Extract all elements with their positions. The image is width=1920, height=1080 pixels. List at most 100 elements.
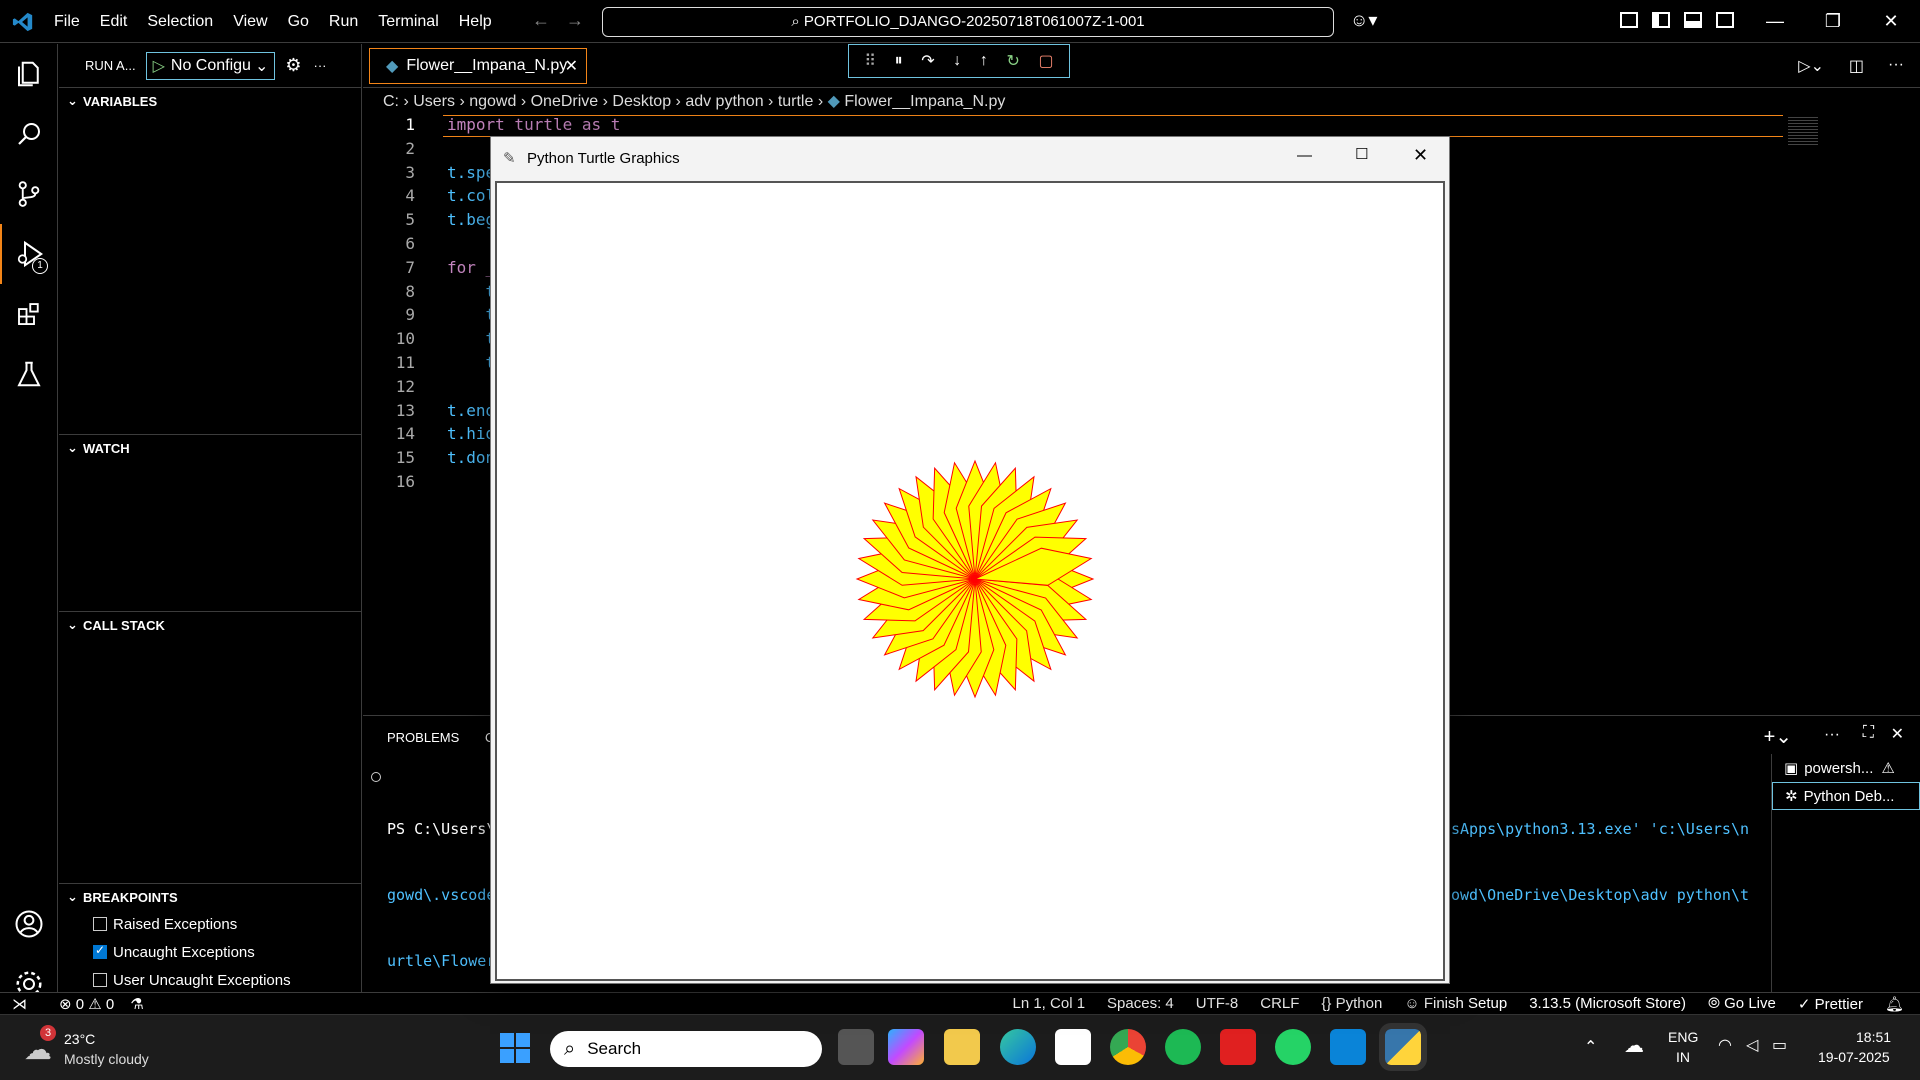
breadcrumb-item[interactable]: turtle [778, 93, 814, 110]
file-explorer-icon[interactable] [944, 1029, 980, 1065]
clock-date[interactable]: 19-07-2025 [1818, 1049, 1890, 1065]
weather-widget[interactable]: ☁ 3 23°C Mostly cloudy [20, 1025, 170, 1071]
terminal-item-powershell[interactable]: ▣ powersh... ⚠ [1772, 754, 1920, 782]
code-line[interactable]: t.hid [447, 424, 495, 443]
menu-run[interactable]: Run [319, 0, 368, 43]
minimize-icon[interactable]: — [1746, 0, 1804, 43]
spotify-icon[interactable] [1165, 1029, 1201, 1065]
breadcrumb-item[interactable]: Desktop [612, 93, 671, 110]
onedrive-icon[interactable]: ☁ [1624, 1033, 1644, 1058]
code-line[interactable]: t.end [447, 401, 495, 420]
close-icon[interactable]: ✕ [1413, 145, 1428, 166]
more-actions-icon[interactable]: ··· [1824, 726, 1840, 744]
tab-problems[interactable]: PROBLEMS [387, 730, 459, 745]
toggle-secondary-sidebar-icon[interactable] [1716, 12, 1734, 28]
encoding[interactable]: UTF-8 [1196, 995, 1239, 1013]
breadcrumb-item[interactable]: Flower__Impana_N.py [844, 93, 1005, 110]
search-button[interactable] [0, 104, 58, 164]
code-line[interactable]: t.spe [447, 163, 495, 182]
watch-header[interactable]: ⌄ WATCH [59, 435, 362, 461]
edge-browser-icon[interactable] [1000, 1029, 1036, 1065]
chrome-icon[interactable] [1110, 1029, 1146, 1065]
problems-status[interactable]: ⊗ 0 ⚠ 0 [59, 995, 114, 1013]
breadcrumb-item[interactable]: C: [383, 93, 399, 110]
breakpoint-user-uncaught-exceptions[interactable]: User Uncaught Exceptions [59, 966, 362, 994]
code-line[interactable]: t [447, 353, 496, 372]
pause-icon[interactable]: ⏸ [895, 52, 903, 70]
extensions-button[interactable] [0, 284, 58, 344]
accounts-button[interactable] [0, 894, 58, 954]
menu-selection[interactable]: Selection [137, 0, 223, 43]
show-hidden-icons[interactable]: ⌃ [1584, 1037, 1597, 1057]
menu-help[interactable]: Help [449, 0, 502, 43]
minimize-icon[interactable]: — [1297, 147, 1312, 164]
forward-arrow-icon[interactable]: → [566, 10, 584, 31]
close-icon[interactable]: ✕ [1862, 0, 1920, 43]
menu-go[interactable]: Go [278, 0, 319, 43]
explorer-button[interactable] [0, 44, 58, 104]
code-line[interactable]: t.col [447, 186, 495, 205]
stop-icon[interactable]: ▢ [1039, 51, 1054, 71]
volume-icon[interactable]: ◁ [1746, 1035, 1758, 1055]
indentation[interactable]: Spaces: 4 [1107, 995, 1174, 1013]
checkbox-checked[interactable]: ✓ [93, 943, 107, 959]
code-line[interactable]: import turtle as t [447, 115, 620, 134]
code-line[interactable]: for _ [447, 258, 495, 277]
run-debug-button[interactable]: 1 [0, 224, 58, 284]
menu-view[interactable]: View [223, 0, 277, 43]
code-line[interactable]: t.don [447, 448, 495, 467]
toggle-sidebar-icon[interactable] [1652, 12, 1670, 28]
launch-config-select[interactable]: ▷ No Configu ⌄ [145, 51, 276, 80]
clock-time[interactable]: 18:51 [1856, 1029, 1891, 1045]
step-over-icon[interactable]: ↷ [921, 51, 934, 71]
input-language[interactable]: ENG [1668, 1029, 1698, 1045]
microsoft-store-icon[interactable] [1055, 1029, 1091, 1065]
run-file-icon[interactable]: ▷⌄ [1798, 56, 1824, 76]
notifications-bell-icon[interactable]: 🔔︎ [1885, 995, 1904, 1013]
cursor-position[interactable]: Ln 1, Col 1 [1012, 995, 1085, 1013]
restart-icon[interactable]: ↻ [1006, 51, 1019, 71]
menu-file[interactable]: File [44, 0, 90, 43]
language-mode[interactable]: {} Python [1321, 995, 1382, 1013]
checkbox[interactable] [93, 973, 107, 987]
new-terminal-icon[interactable]: +⌄ [1764, 724, 1792, 749]
call-stack-header[interactable]: ⌄ CALL STACK [59, 612, 362, 638]
code-line[interactable]: t [447, 305, 496, 324]
testing-button[interactable] [0, 344, 58, 404]
breadcrumb-item[interactable]: adv python [685, 93, 763, 110]
terminal-output-left[interactable]: PS C:\Users\ gowd\.vscode urtle\Flower [387, 774, 495, 1016]
breakpoint-uncaught-exceptions[interactable]: ✓ Uncaught Exceptions [59, 938, 362, 966]
terminal-output-right[interactable]: sApps\python3.13.exe' 'c:\Users\n owd\On… [1451, 774, 1749, 950]
taskbar-search[interactable]: ⌕ Search [550, 1031, 822, 1067]
close-tab-icon[interactable]: ✕ [565, 56, 578, 76]
minimap[interactable] [1788, 117, 1818, 147]
code-line[interactable]: t.beg [447, 210, 495, 229]
wifi-icon[interactable]: ◠ [1718, 1035, 1732, 1055]
finish-setup[interactable]: ☺ Finish Setup [1404, 995, 1507, 1013]
close-panel-icon[interactable]: ✕ [1891, 724, 1904, 744]
start-debugging-icon[interactable]: ▷ [153, 56, 165, 76]
copilot-icon[interactable]: ☺▾ [1350, 10, 1377, 31]
command-center-search[interactable]: ⌕ PORTFOLIO_DJANGO-20250718T061007Z-1-00… [602, 7, 1334, 37]
breadcrumb-item[interactable]: OneDrive [531, 93, 599, 110]
vscode-taskbar-icon[interactable] [1330, 1029, 1366, 1065]
battery-icon[interactable]: ▭ [1772, 1035, 1787, 1055]
turtle-window-titlebar[interactable]: ✎ Python Turtle Graphics — ☐ ✕ [491, 137, 1449, 179]
input-region[interactable]: IN [1676, 1049, 1690, 1065]
prettier[interactable]: ✓ Prettier [1798, 995, 1863, 1013]
copilot-app-icon[interactable] [888, 1029, 924, 1065]
gear-icon[interactable]: ⚙ [285, 55, 301, 76]
menu-terminal[interactable]: Terminal [368, 0, 448, 43]
variables-header[interactable]: ⌄ VARIABLES [59, 88, 362, 114]
maximize-panel-icon[interactable]: ⛶ [1863, 724, 1874, 742]
customize-layout-icon[interactable] [1620, 12, 1638, 28]
editor-tab[interactable]: ◆ Flower__Impana_N.py ✕ [369, 48, 587, 84]
breakpoint-raised-exceptions[interactable]: Raised Exceptions [59, 910, 362, 938]
turtle-canvas[interactable] [495, 181, 1445, 981]
more-actions-icon[interactable]: ··· [1888, 56, 1904, 74]
python-taskbar-icon[interactable] [1379, 1023, 1427, 1071]
terminal-item-python-debug[interactable]: ✲ Python Deb... [1772, 782, 1920, 810]
task-view-icon[interactable] [838, 1029, 874, 1065]
maximize-icon[interactable]: ☐ [1355, 145, 1368, 163]
checkbox[interactable] [93, 917, 107, 931]
